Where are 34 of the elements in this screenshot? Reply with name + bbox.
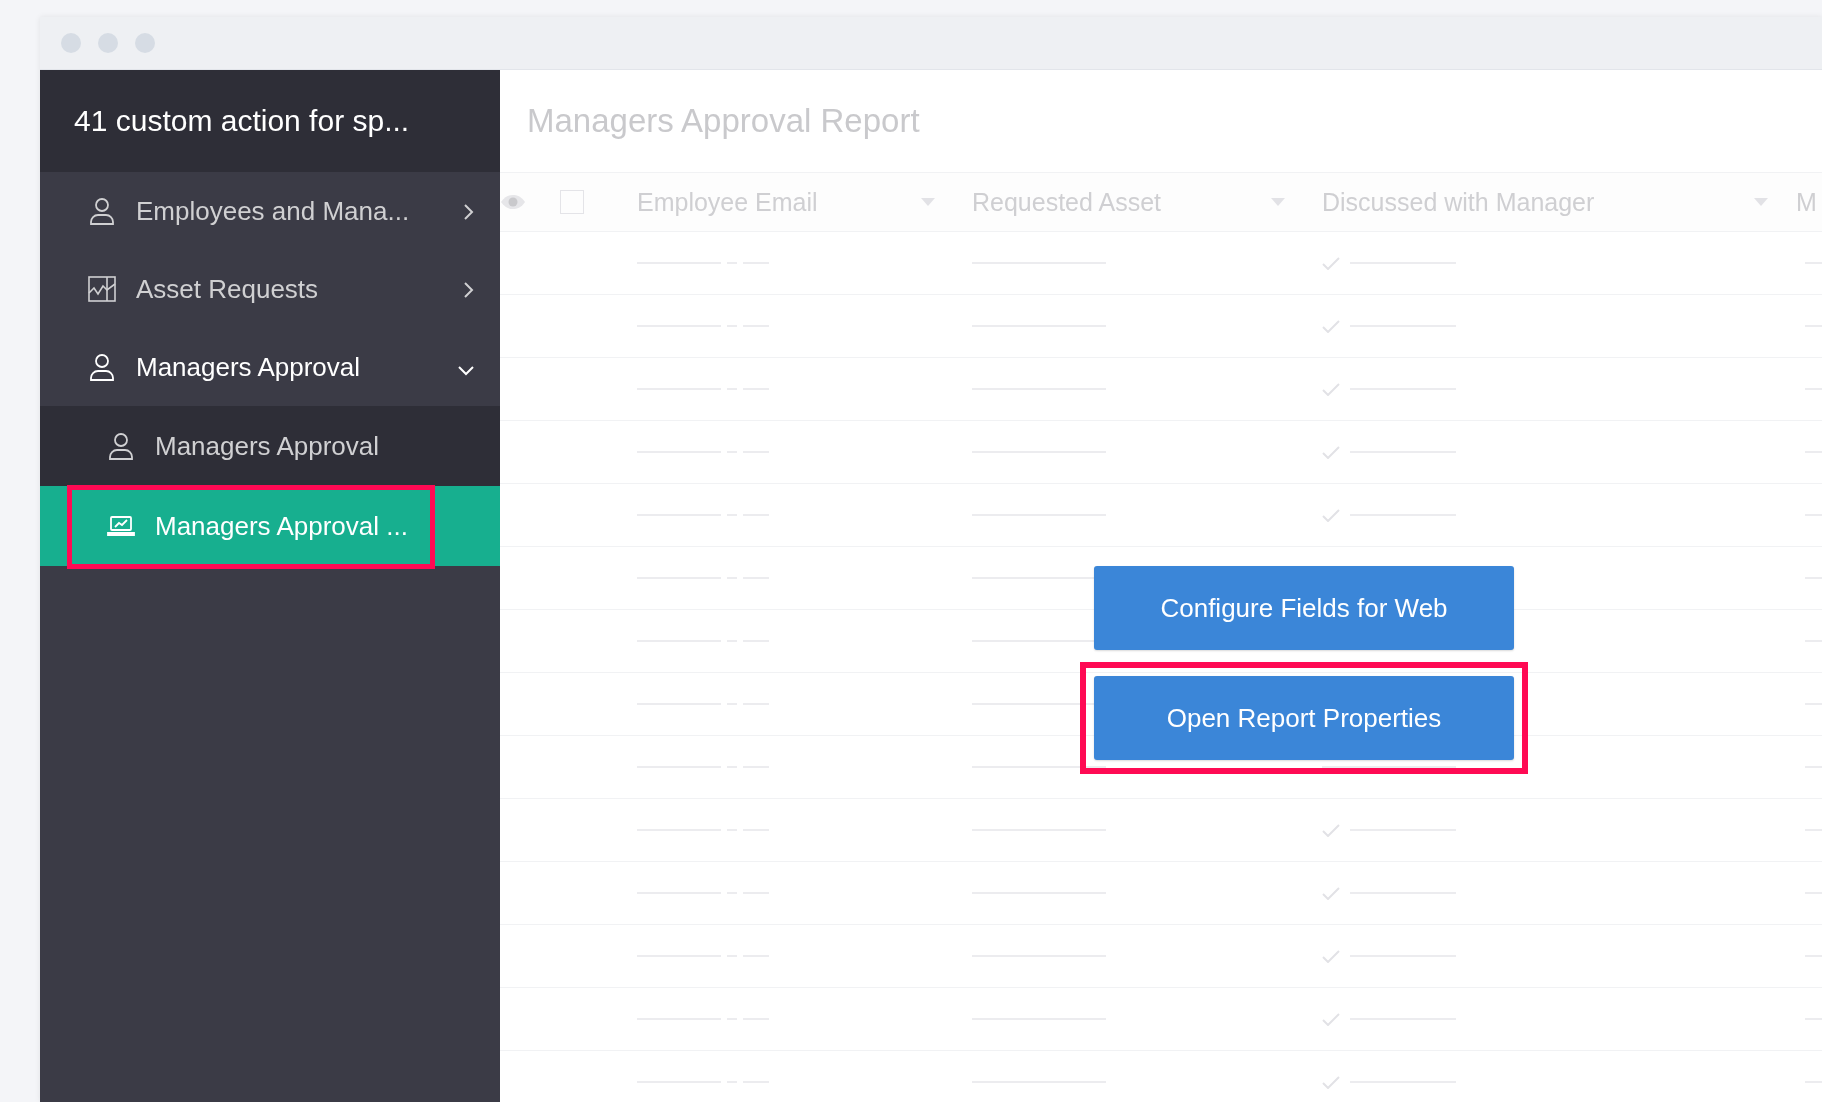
- nav-item[interactable]: Managers Approval ...: [40, 486, 500, 566]
- action-button[interactable]: Open Report Properties: [1094, 676, 1514, 760]
- chevron-right-icon: [464, 281, 474, 298]
- nav-item[interactable]: Employees and Mana...: [40, 172, 500, 250]
- check-icon: [1322, 382, 1340, 396]
- check-icon: [1322, 508, 1340, 522]
- check-icon: [1322, 1075, 1340, 1089]
- dropdown-caret-icon[interactable]: [1271, 198, 1285, 206]
- check-icon: [1322, 445, 1340, 459]
- check-icon: [1322, 319, 1340, 333]
- nav-item[interactable]: Asset Requests: [40, 250, 500, 328]
- check-icon: [1322, 886, 1340, 900]
- app-title: 41 custom action for sp...: [74, 104, 410, 138]
- eye-icon[interactable]: [500, 194, 526, 210]
- laptop-chart-icon: [107, 515, 135, 537]
- check-icon: [1322, 823, 1340, 837]
- select-all-checkbox[interactable]: [560, 190, 584, 214]
- nav-item[interactable]: Managers Approval: [40, 406, 500, 486]
- person-icon: [108, 432, 134, 460]
- chevron-right-icon: [464, 203, 474, 220]
- nav-item[interactable]: Managers Approval: [40, 328, 500, 406]
- window-control-dot[interactable]: [61, 33, 81, 53]
- check-icon: [1322, 256, 1340, 270]
- person-icon: [89, 197, 115, 225]
- dropdown-caret-icon[interactable]: [921, 198, 935, 206]
- person-icon: [89, 353, 115, 381]
- dropdown-caret-icon[interactable]: [1754, 198, 1768, 206]
- window-control-dot[interactable]: [98, 33, 118, 53]
- chevron-down-icon: [458, 365, 474, 376]
- check-icon: [1322, 949, 1340, 963]
- check-icon: [1322, 1012, 1340, 1026]
- action-button[interactable]: Configure Fields for Web: [1094, 566, 1514, 650]
- chart-icon: [88, 276, 116, 302]
- window-control-dot[interactable]: [135, 33, 155, 53]
